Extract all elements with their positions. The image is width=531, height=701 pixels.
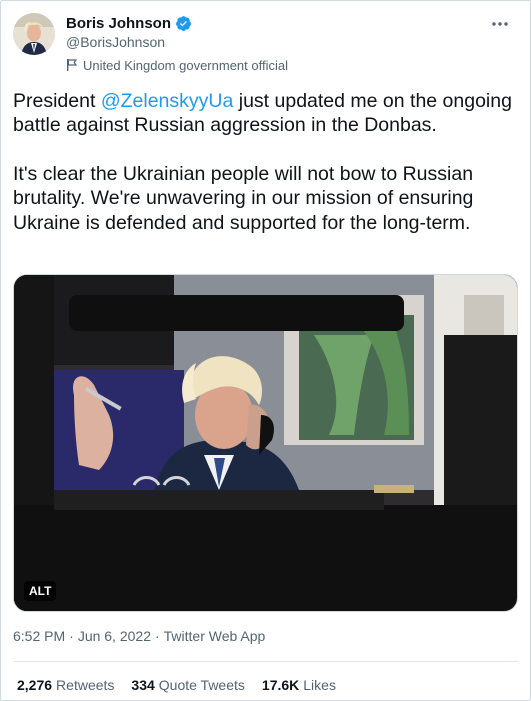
more-options-button[interactable] [486,13,514,33]
quote-tweets-label: Quote Tweets [158,677,245,693]
quote-tweets-count: 334 [131,677,155,693]
meta-separator: · [69,628,74,644]
tweet-card: Boris Johnson @BorisJohnson United Kingd… [0,0,531,701]
tweet-text: President @ZelenskyyUa just updated me o… [13,89,518,235]
divider [13,661,518,662]
tweet-time[interactable]: 6:52 PM [13,628,65,644]
government-label: United Kingdom government official [66,56,288,74]
author-names: Boris Johnson @BorisJohnson United Kingd… [66,13,288,74]
meta-separator: · [154,628,160,644]
author-avatar[interactable] [13,13,55,55]
author-display-name[interactable]: Boris Johnson [66,15,171,32]
alt-text-badge[interactable]: ALT [24,581,57,601]
tweet-source[interactable]: Twitter Web App [164,628,266,644]
tweet-metadata: 6:52 PM · Jun 6, 2022 · Twitter Web App [13,628,265,644]
tweet-photo[interactable]: ALT [13,274,518,612]
mention-link[interactable]: @ZelenskyyUa [101,90,234,112]
tweet-paragraph-2: It's clear the Ukrainian people will not… [13,162,474,234]
verified-badge-icon [175,15,192,32]
likes-count: 17.6K [261,677,300,693]
tweet-header: Boris Johnson @BorisJohnson United Kingd… [13,11,518,73]
flag-icon [66,59,78,71]
tweet-date[interactable]: Jun 6, 2022 [78,628,151,644]
tweet-paragraph-1: President @ZelenskyyUa just updated me o… [13,89,518,138]
more-dots-icon [491,14,509,32]
name-row: Boris Johnson [66,13,288,33]
author-handle[interactable]: @BorisJohnson [66,34,288,52]
likes-label: Likes [303,677,336,693]
likes-stat[interactable]: 17.6K Likes [262,677,336,693]
quote-tweets-stat[interactable]: 334 Quote Tweets [131,677,245,693]
tweet-stats: 2,276 Retweets 334 Quote Tweets 17.6K Li… [17,677,336,693]
photo-illustration [14,275,517,611]
retweets-count: 2,276 [17,677,53,693]
retweets-stat[interactable]: 2,276 Retweets [17,677,114,693]
government-label-text: United Kingdom government official [83,57,288,73]
tweet-text-segment: President [13,90,101,112]
retweets-label: Retweets [56,677,115,693]
